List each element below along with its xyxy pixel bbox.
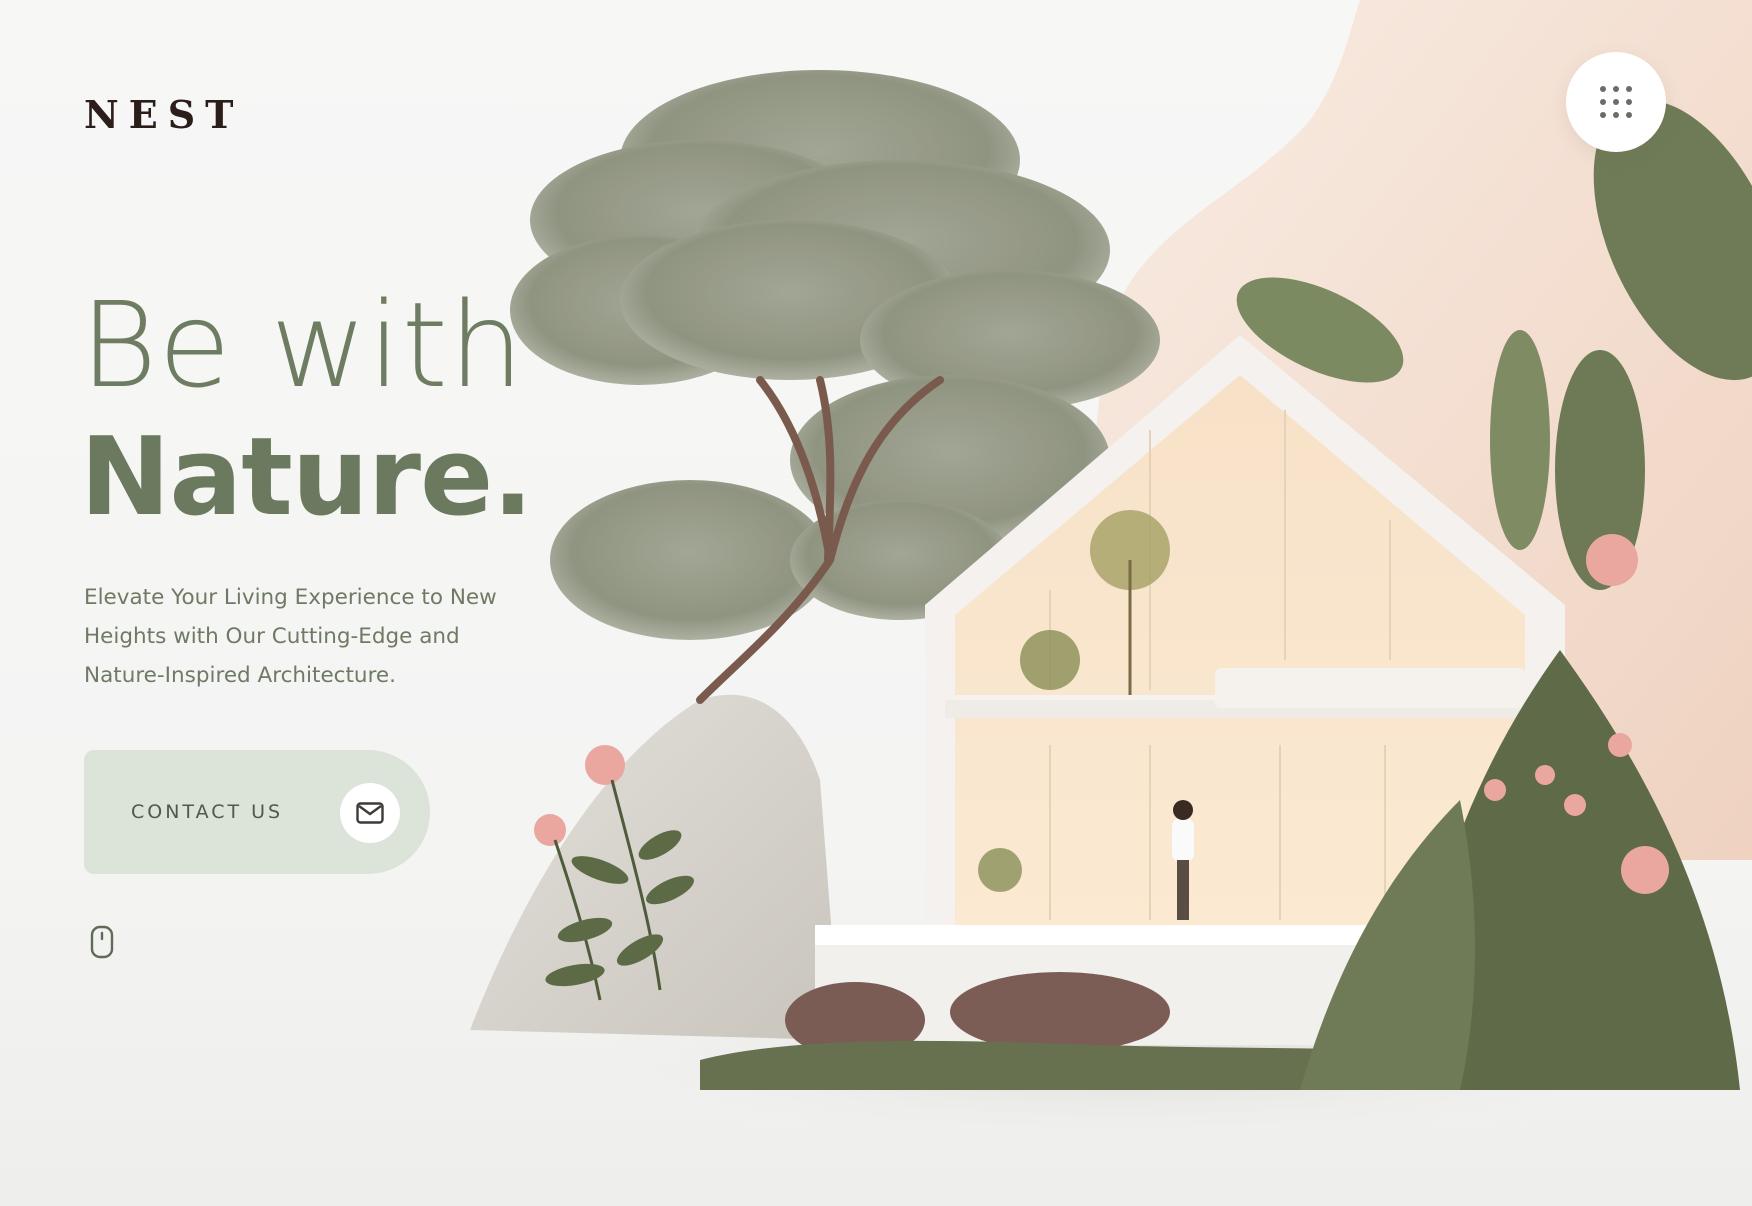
subtitle-line: Elevate Your Living Experience to New bbox=[84, 585, 497, 610]
hero-subtitle: Elevate Your Living Experience to New He… bbox=[84, 578, 504, 695]
brand-logo[interactable]: NEST bbox=[84, 92, 243, 137]
stone bbox=[950, 972, 1170, 1052]
landing-page: NEST Be with Nature. Elevate Your Living… bbox=[0, 0, 1752, 1206]
subtitle-line: Heights with Our Cutting-Edge and bbox=[84, 624, 460, 649]
mouse-scroll-icon[interactable] bbox=[90, 925, 114, 959]
rock bbox=[470, 694, 840, 1040]
contact-us-button[interactable]: CONTACT US bbox=[84, 750, 430, 874]
grid-dots-icon bbox=[1600, 86, 1632, 118]
mail-icon bbox=[356, 802, 384, 824]
mail-icon-circle bbox=[340, 783, 400, 843]
headline-line-1: Be with bbox=[80, 276, 525, 414]
headline-line-2: Nature. bbox=[80, 415, 533, 540]
subtitle-line: Nature-Inspired Architecture. bbox=[84, 663, 396, 688]
menu-button[interactable] bbox=[1566, 52, 1666, 152]
contact-us-label: CONTACT US bbox=[131, 801, 284, 823]
